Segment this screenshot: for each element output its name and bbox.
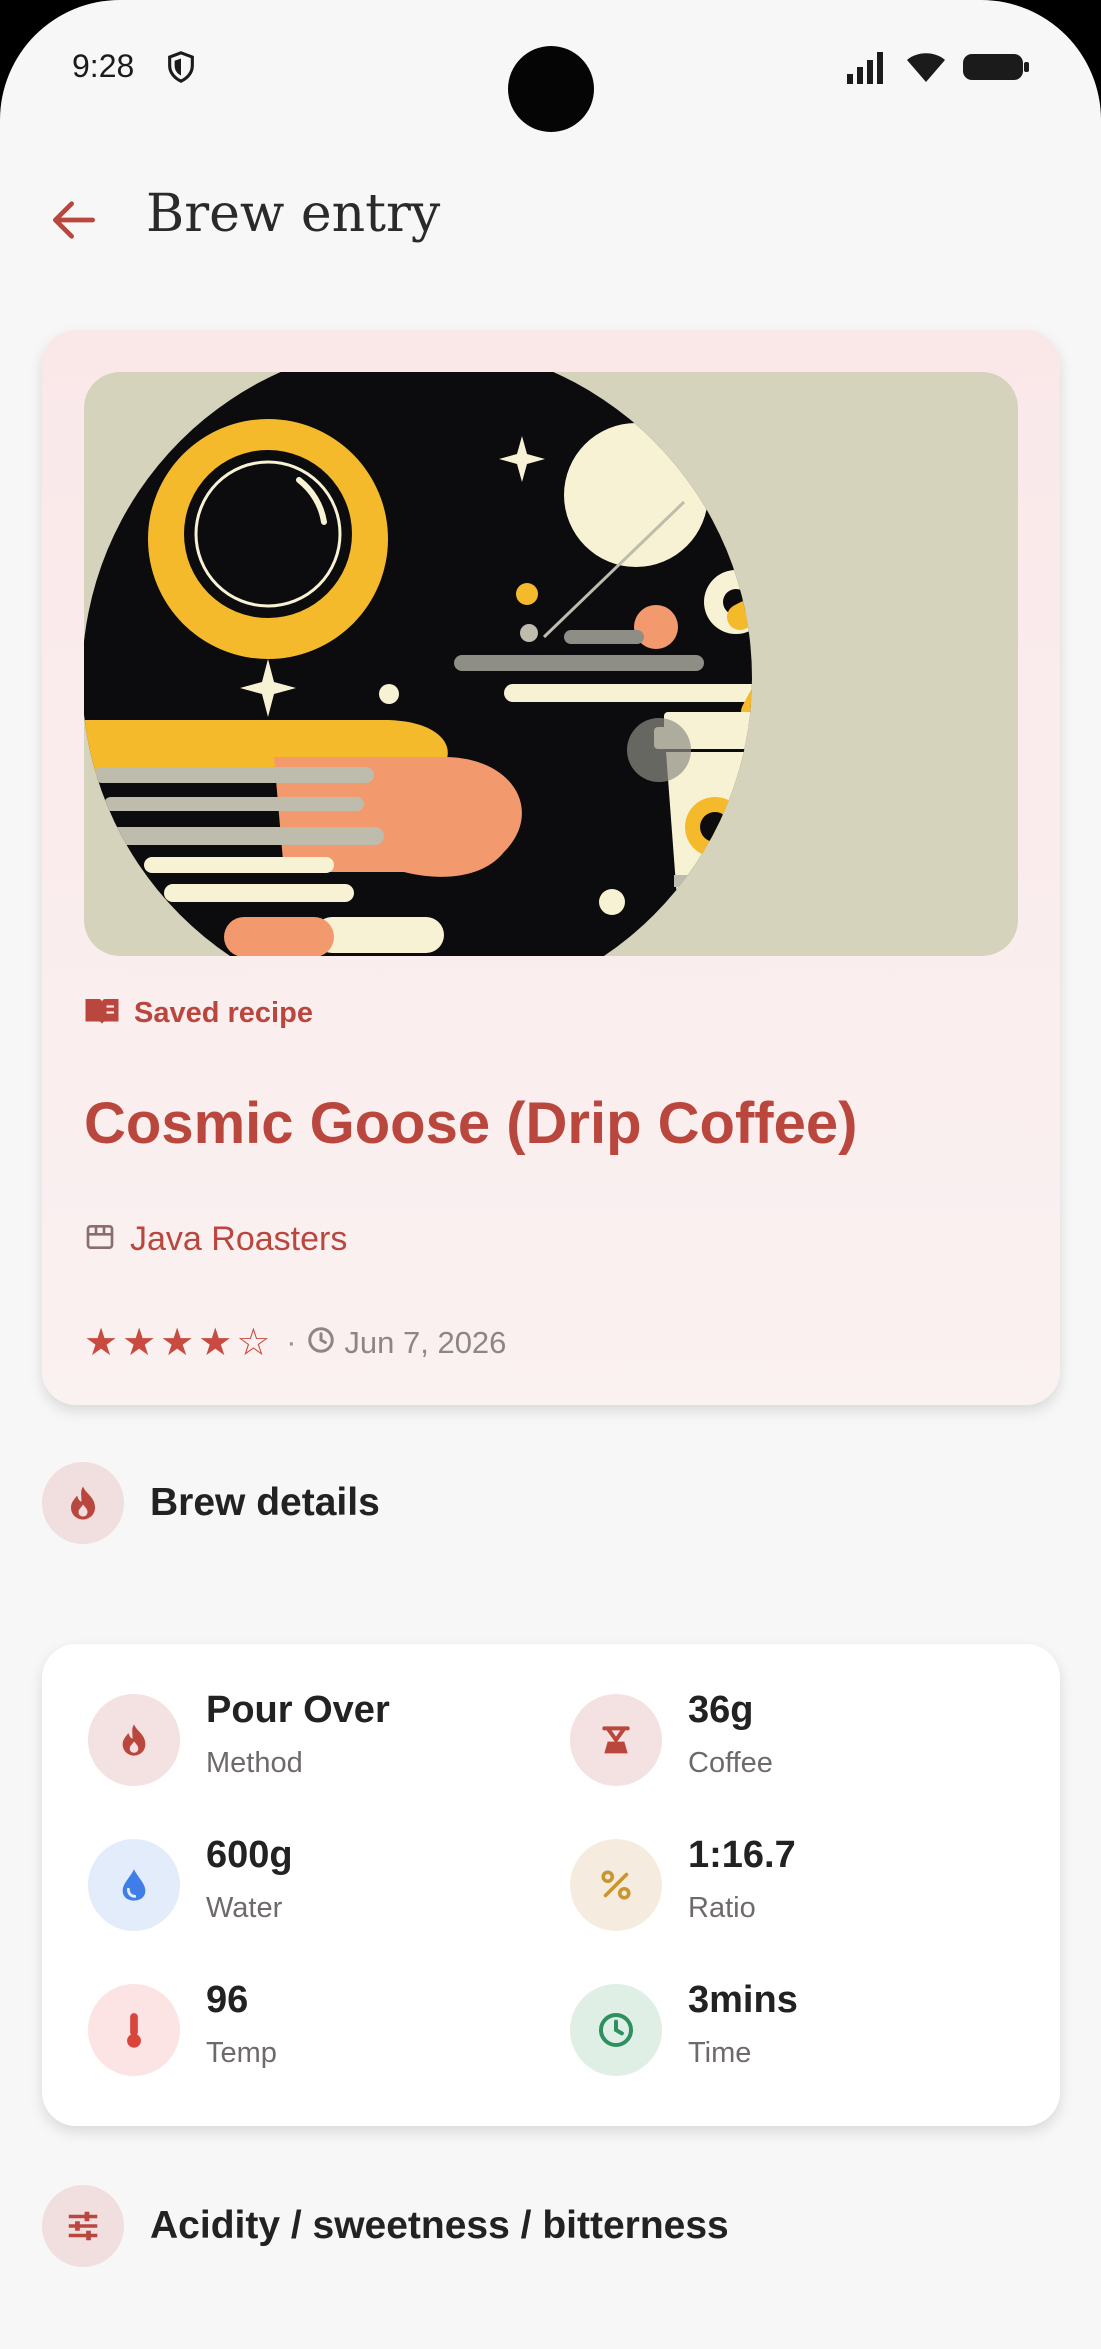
roaster-row[interactable]: Java Roasters [84,1220,347,1259]
recipe-card[interactable]: Saved recipe Cosmic Goose (Drip Coffee) … [42,330,1060,1405]
taste-header: Acidity / sweetness / bitterness [42,2185,729,2267]
recipe-title: Cosmic Goose (Drip Coffee) [84,1091,858,1156]
method-label: Method [206,1747,303,1779]
star-filled-icon: ★ [160,1322,195,1364]
time-value: 3mins [688,1979,798,2021]
brew-details-title: Brew details [150,1481,380,1524]
saved-recipe-label: Saved recipe [134,997,313,1029]
star-filled-icon: ★ [84,1322,119,1364]
coffee-label: Coffee [688,1747,773,1779]
status-bar: 9:28 [0,0,1101,140]
percent-icon [570,1839,662,1931]
taste-title: Acidity / sweetness / bitterness [150,2204,729,2247]
scale-icon [570,1694,662,1786]
app-bar: Brew entry [0,170,1101,270]
shield-icon [164,50,198,89]
clock-icon [570,1984,662,2076]
temp-label: Temp [206,2037,277,2069]
storefront-icon [84,1221,116,1258]
water-label: Water [206,1892,283,1924]
stat-time: 3mins Time [570,1979,990,2079]
thermometer-icon [88,1984,180,2076]
camera-cutout [508,46,594,132]
wifi-icon [905,50,947,89]
saved-recipe-badge: Saved recipe [84,996,313,1031]
ratio-value: 1:16.7 [688,1834,796,1876]
battery-icon [961,50,1031,89]
rating-date-row: ★ ★ ★ ★ ☆ · Jun 7, 2026 [84,1320,506,1365]
stat-coffee: 36g Coffee [570,1689,990,1789]
stat-ratio: 1:16.7 Ratio [570,1834,990,1934]
signal-icon [845,50,891,89]
system-icons [845,50,1031,89]
sliders-icon [42,2185,124,2267]
stat-temp: 96 Temp [88,1979,508,2079]
star-filled-icon: ★ [122,1322,157,1364]
status-time: 9:28 [72,48,135,84]
water-drop-icon [88,1839,180,1931]
temp-value: 96 [206,1979,249,2021]
star-rating: ★ ★ ★ ★ ☆ [84,1320,274,1365]
flame-icon [88,1694,180,1786]
brew-details-card: Pour Over Method 36g Coffee 600g Water 1… [42,1644,1060,2126]
coffee-value: 36g [688,1689,754,1731]
roaster-name: Java Roasters [130,1220,348,1258]
back-arrow-icon[interactable] [46,192,102,248]
ratio-label: Ratio [688,1892,756,1924]
separator-dot: · [286,1325,297,1359]
stat-method: Pour Over Method [88,1689,508,1789]
method-value: Pour Over [206,1689,390,1731]
water-value: 600g [206,1834,293,1876]
screen: 9:28 Brew entry Saved recipe Cosmic Goos… [0,0,1101,2349]
flame-icon [42,1462,124,1544]
brew-details-header: Brew details [42,1462,380,1544]
star-filled-icon: ★ [198,1322,233,1364]
page-title: Brew entry [146,184,441,244]
brew-date: Jun 7, 2026 [344,1324,507,1360]
time-label: Time [688,2037,752,2069]
recipe-artwork [84,372,1018,956]
clock-icon [306,1325,336,1360]
star-empty-icon: ☆ [236,1322,271,1364]
stat-water: 600g Water [88,1834,508,1934]
book-icon [84,996,120,1031]
